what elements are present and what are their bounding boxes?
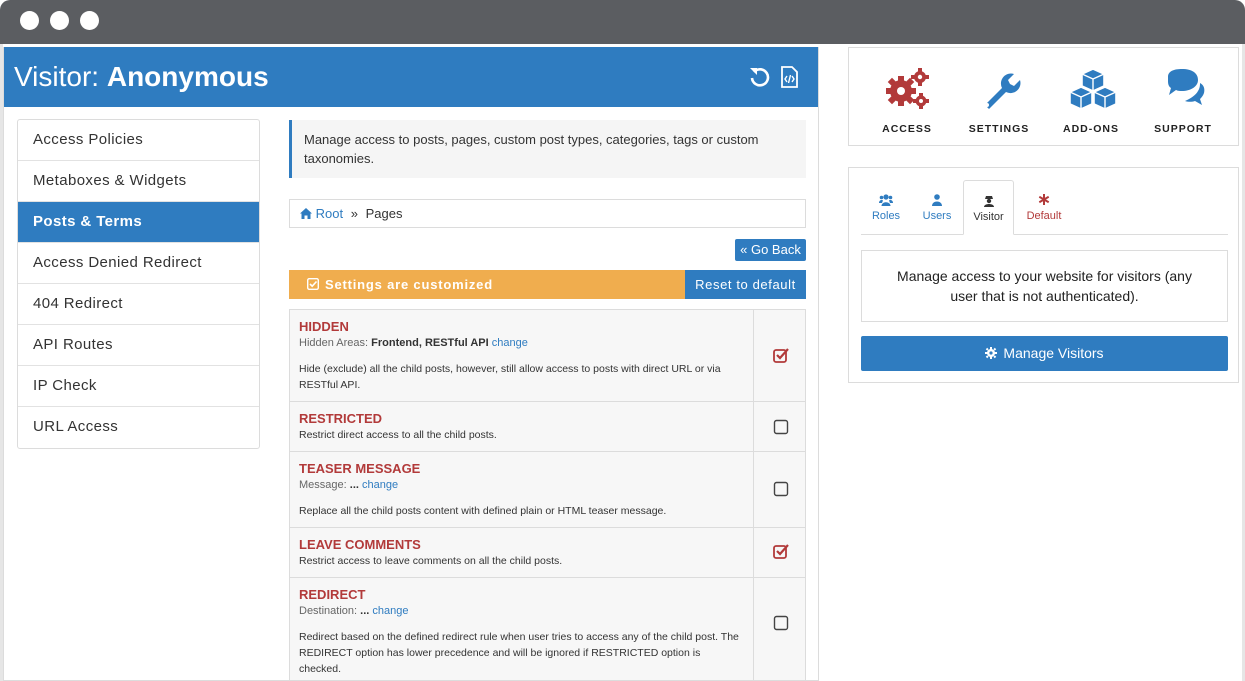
sidebar-item-access-denied-redirect[interactable]: Access Denied Redirect: [18, 243, 259, 284]
info-callout: Manage access to posts, pages, custom po…: [289, 120, 806, 178]
cubes-icon: [1069, 68, 1117, 110]
window-close-dot[interactable]: [20, 11, 39, 30]
tab-roles[interactable]: Roles: [861, 180, 911, 235]
export-code-icon[interactable]: [778, 65, 800, 89]
option-meta: Message: ... change: [299, 477, 744, 493]
option-row-hidden: HIDDEN Hidden Areas: Frontend, RESTful A…: [290, 310, 805, 402]
manage-visitors-label: Manage Visitors: [1003, 345, 1104, 361]
option-meta-label: Hidden Areas:: [299, 337, 369, 349]
sidebar-item-url-access[interactable]: URL Access: [18, 407, 259, 448]
checkbox-unchecked-icon[interactable]: [773, 419, 789, 435]
gears-icon: [886, 68, 929, 109]
option-meta-label: Destination:: [299, 605, 358, 617]
option-title: TEASER MESSAGE: [299, 461, 421, 476]
option-description: Redirect based on the defined redirect r…: [299, 631, 739, 675]
option-row-leave-comments: LEAVE COMMENTS Restrict access to leave …: [290, 528, 805, 578]
asterisk-icon: [1038, 194, 1050, 205]
option-meta-value: Frontend, RESTful API: [371, 337, 489, 349]
settings-status-bar: Settings are customized Reset to default: [289, 270, 806, 299]
option-title: RESTRICTED: [299, 411, 383, 426]
tool-label: SUPPORT: [1154, 123, 1212, 135]
user-secret-icon: [983, 196, 994, 207]
subjects-panel: Roles Users Visitor Default Manage acces…: [848, 167, 1239, 383]
option-meta: Hidden Areas: Frontend, RESTful API chan…: [299, 335, 744, 351]
checkbox-unchecked-icon[interactable]: [773, 615, 789, 631]
option-row-redirect: REDIRECT Destination: ... change Redirec…: [290, 578, 805, 680]
wrench-icon: [985, 73, 1021, 109]
tab-label: Roles: [871, 210, 901, 222]
window-maximize-dot[interactable]: [80, 11, 99, 30]
tab-label: Users: [922, 210, 952, 222]
go-back-button[interactable]: « Go Back: [735, 239, 806, 261]
option-description: Restrict access to leave comments on all…: [299, 555, 563, 567]
sidebar-item-api-routes[interactable]: API Routes: [18, 325, 259, 366]
checkbox-checked-icon[interactable]: [773, 543, 789, 559]
option-title: REDIRECT: [299, 587, 366, 602]
user-icon: [932, 194, 942, 206]
check-square-icon: [306, 277, 320, 291]
option-row-teaser-message: TEASER MESSAGE Message: ... change Repla…: [290, 452, 805, 528]
breadcrumb-root-link[interactable]: Root: [316, 206, 343, 221]
option-row-restricted: RESTRICTED Restrict direct access to all…: [290, 402, 805, 452]
checkbox-unchecked-icon[interactable]: [773, 481, 789, 497]
reset-icon[interactable]: [749, 65, 771, 89]
users-icon: [879, 194, 893, 206]
option-change-link[interactable]: change: [372, 605, 408, 617]
option-description: Hide (exclude) all the child posts, howe…: [299, 363, 721, 391]
sidebar-item-posts-terms[interactable]: Posts & Terms: [18, 202, 259, 243]
checkbox-checked-icon[interactable]: [773, 347, 789, 363]
option-title: LEAVE COMMENTS: [299, 537, 421, 552]
title-name: Anonymous: [106, 61, 269, 92]
sidebar-item-404-redirect[interactable]: 404 Redirect: [18, 284, 259, 325]
option-title: HIDDEN: [299, 319, 349, 334]
settings-status: Settings are customized: [306, 277, 493, 292]
tab-label: Default: [1026, 210, 1062, 222]
option-description: Restrict direct access to all the child …: [299, 429, 497, 441]
option-change-link[interactable]: change: [492, 337, 528, 349]
sidebar-item-metaboxes-widgets[interactable]: Metaboxes & Widgets: [18, 161, 259, 202]
gear-icon: [985, 347, 998, 359]
page-title: Visitor: Anonymous: [14, 61, 269, 93]
main-panel: Visitor: Anonymous Access Policies Metab…: [3, 47, 819, 681]
option-meta: Destination: ... change: [299, 603, 744, 619]
option-meta-value: ...: [360, 605, 370, 617]
breadcrumb-current: Pages: [365, 206, 403, 221]
home-icon: [300, 208, 312, 219]
breadcrumb: Root » Pages: [289, 199, 806, 228]
tool-label: ACCESS: [882, 123, 932, 135]
option-meta-label: Message:: [299, 479, 347, 491]
manage-visitors-button[interactable]: Manage Visitors: [861, 336, 1228, 371]
option-description: Replace all the child posts content with…: [299, 505, 667, 517]
settings-status-text: Settings are customized: [325, 277, 493, 292]
visitor-description: Manage access to your website for visito…: [861, 250, 1228, 322]
tab-default[interactable]: Default: [1017, 180, 1071, 235]
reset-to-default-button[interactable]: Reset to default: [685, 270, 806, 299]
options-table: HIDDEN Hidden Areas: Frontend, RESTful A…: [289, 309, 806, 680]
tool-label: SETTINGS: [968, 123, 1030, 135]
title-prefix: Visitor:: [14, 61, 100, 92]
tab-users[interactable]: Users: [913, 180, 961, 235]
option-change-link[interactable]: change: [362, 479, 398, 491]
breadcrumb-separator: »: [350, 206, 358, 221]
sidebar-item-ip-check[interactable]: IP Check: [18, 366, 259, 407]
tool-label: ADD-ONS: [1063, 123, 1119, 135]
panel-header: Visitor: Anonymous: [4, 47, 818, 107]
window-minimize-dot[interactable]: [50, 11, 69, 30]
sidebar-nav: Access Policies Metaboxes & Widgets Post…: [17, 119, 260, 449]
sidebar-item-access-policies[interactable]: Access Policies: [18, 120, 259, 161]
toolbar-panel: ACCESS SETTINGS ADD-ONS SUPPORT: [848, 47, 1239, 146]
tab-label: Visitor: [973, 211, 1004, 223]
window-titlebar: [0, 0, 1245, 44]
comments-icon: [1168, 69, 1205, 105]
option-meta-value: ...: [349, 479, 359, 491]
tab-visitor[interactable]: Visitor: [963, 180, 1014, 235]
